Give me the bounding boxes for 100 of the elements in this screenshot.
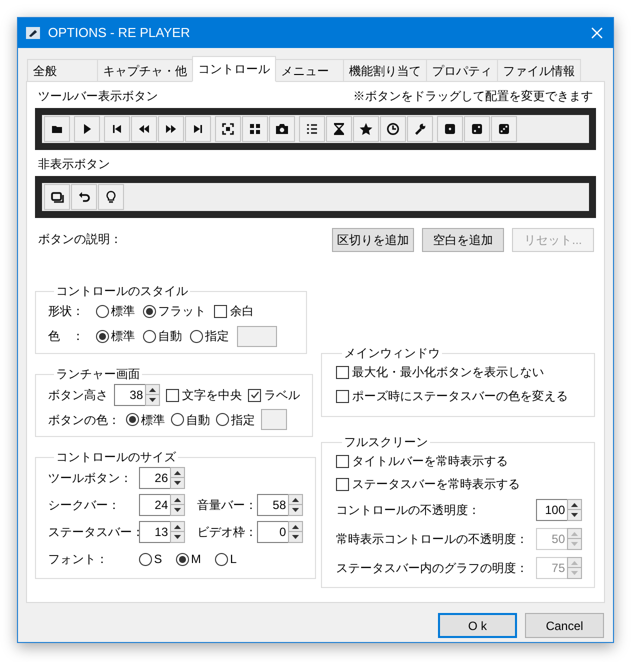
radio-button[interactable]: 自動	[143, 328, 182, 344]
radio-button[interactable]: 標準	[126, 412, 165, 428]
action-button[interactable]: 区切りを追加	[332, 228, 414, 252]
spin-up-button[interactable]	[289, 522, 302, 532]
checkbox[interactable]: タイトルバーを常時表示する	[336, 453, 580, 469]
checkbox[interactable]: 最大化・最小化ボタンを表示しない	[336, 364, 580, 380]
field-label: ステータスバー内のグラフの明度：	[336, 560, 528, 576]
number-field[interactable]: 26	[139, 467, 170, 489]
down-arrow-icon	[149, 398, 156, 402]
up-arrow-icon	[174, 524, 181, 528]
spin-up-button[interactable]	[146, 385, 159, 395]
radio-button[interactable]: L	[215, 551, 237, 567]
radio-button[interactable]: 自動	[171, 412, 210, 428]
checkbox[interactable]: 余白	[214, 303, 254, 319]
field-label: 音量バー：	[197, 497, 257, 513]
wrench-icon	[413, 122, 427, 136]
toolbar-button[interactable]	[437, 116, 463, 142]
hint-text: ※ボタンをドラッグして配置を変更できます	[353, 88, 593, 104]
checkbox[interactable]: ポーズ時にステータスバーの色を変える	[336, 388, 580, 404]
toolbar-button[interactable]	[104, 116, 130, 142]
group-title: コントロールのサイズ	[55, 449, 177, 465]
number-field: 50	[536, 528, 567, 550]
tab[interactable]: 全般	[27, 59, 98, 82]
toolbar-button[interactable]	[299, 116, 325, 142]
dialog-button[interactable]: Cancel	[525, 613, 604, 638]
radio-button[interactable]: 標準	[96, 303, 135, 319]
spin-down-button[interactable]	[289, 505, 302, 515]
down-arrow-icon	[174, 535, 181, 539]
section-label: 非表示ボタン	[37, 156, 111, 172]
checkbox[interactable]: ステータスバーを常時表示する	[336, 476, 580, 492]
field-label: 色 ：	[48, 328, 85, 344]
toolbar-button[interactable]	[242, 116, 268, 142]
number-field[interactable]: 58	[257, 494, 288, 516]
field-label: ステータスバー：	[48, 524, 139, 540]
radio-button[interactable]: 指定	[190, 328, 229, 344]
toolbar-button[interactable]	[326, 116, 352, 142]
radio-button[interactable]: S	[139, 551, 162, 567]
toolbar-button[interactable]	[380, 116, 406, 142]
spin-down-button[interactable]	[568, 510, 581, 520]
toolbar-button[interactable]	[98, 184, 124, 210]
toolbar-button[interactable]	[44, 184, 70, 210]
spin-up-button[interactable]	[171, 522, 184, 532]
checkbox[interactable]: ラベル	[248, 387, 300, 403]
field-label: ボタンの色：	[48, 412, 120, 428]
toolbar-button[interactable]	[158, 116, 184, 142]
close-icon[interactable]	[591, 27, 603, 39]
spin-down-button[interactable]	[146, 395, 159, 405]
color-swatch[interactable]	[261, 409, 287, 430]
toolbar-button[interactable]	[407, 116, 433, 142]
down-arrow-icon	[571, 542, 578, 546]
dialog-button[interactable]: O k	[438, 613, 517, 638]
number-field[interactable]: 100	[536, 499, 567, 521]
toolbar-button[interactable]	[353, 116, 379, 142]
number-field[interactable]: 38	[114, 384, 145, 406]
section-label: ツールバー表示ボタン	[38, 88, 158, 104]
toolbar-button[interactable]	[491, 116, 517, 142]
skip-back-icon	[110, 122, 124, 136]
group-title: ランチャー画面	[55, 366, 141, 382]
return-arrow-icon	[77, 190, 91, 204]
tab[interactable]: ファイル情報	[497, 59, 581, 82]
color-swatch[interactable]	[237, 326, 277, 346]
radio-button[interactable]: 標準	[96, 328, 135, 344]
check-icon	[250, 390, 260, 400]
toolbar-button[interactable]	[215, 116, 241, 142]
spin-down-button[interactable]	[171, 478, 184, 488]
toolbar-button[interactable]	[71, 184, 97, 210]
field-label: コントロールの不透明度：	[336, 502, 480, 518]
spin-down-button[interactable]	[289, 532, 302, 542]
number-field[interactable]: 0	[257, 521, 288, 543]
checkbox[interactable]: 文字を中央	[166, 387, 242, 403]
spin-up-button[interactable]	[289, 495, 302, 505]
up-arrow-icon	[174, 470, 181, 474]
toolbar-button[interactable]	[269, 116, 295, 142]
radio-button[interactable]: 指定	[216, 412, 255, 428]
spin-up-button[interactable]	[568, 500, 581, 510]
radio-button[interactable]: M	[176, 551, 202, 567]
number-field[interactable]: 13	[139, 521, 170, 543]
down-arrow-icon	[292, 535, 299, 539]
radio-button[interactable]: フラット	[143, 303, 206, 319]
spin-down-button[interactable]	[171, 532, 184, 542]
app-icon	[26, 26, 40, 40]
action-button[interactable]: 空白を追加	[422, 228, 504, 252]
down-arrow-icon	[571, 513, 578, 517]
toolbar-button[interactable]	[464, 116, 490, 142]
tab[interactable]: コントロール	[192, 56, 276, 82]
spin-up-button[interactable]	[171, 468, 184, 478]
toolbar-button[interactable]	[44, 116, 70, 142]
down-arrow-icon	[174, 481, 181, 485]
action-button: リセット...	[512, 228, 594, 252]
die-two-icon	[470, 122, 484, 136]
spin-up-button[interactable]	[171, 495, 184, 505]
toolbar-button[interactable]	[74, 116, 100, 142]
spin-down-button[interactable]	[171, 505, 184, 515]
field-label: 常時表示コントロールの不透明度：	[336, 531, 528, 547]
number-field[interactable]: 24	[139, 494, 170, 516]
die-one-icon	[443, 122, 457, 136]
number-field: 75	[536, 557, 567, 579]
up-arrow-icon	[292, 498, 299, 502]
toolbar-button[interactable]	[131, 116, 157, 142]
toolbar-button[interactable]	[185, 116, 211, 142]
